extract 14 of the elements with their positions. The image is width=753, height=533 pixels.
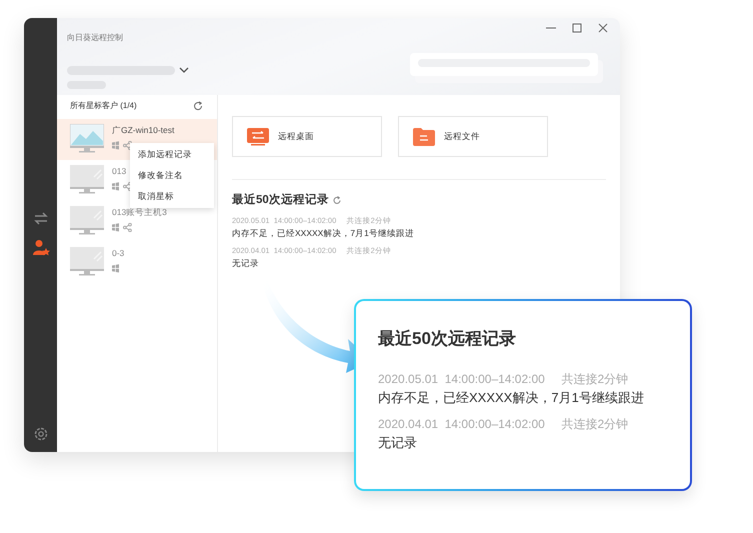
section-title: 最近50次远程记录 [232,192,329,208]
record-meta: 2020.05.01 14:00:00–14:02:00 共连接2分钟 [378,370,630,388]
list-heading: 所有星标客户 (1/4) [70,100,137,112]
section-title: 最近50次远程记录 [378,328,516,350]
record-note: 内存不足，已经XXXXX解决，7月1号继续跟进 [232,226,415,240]
record-note: 无记录 [232,256,260,270]
window-title: 向日葵远程控制 [67,32,123,44]
client-name: 0-3 [112,247,124,260]
client-name: 013 [112,165,128,178]
client-name: 广GZ-win10-test [112,124,174,137]
client-name: 013账号主机3 [112,206,167,219]
record-note: 内存不足，已经XXXXX解决，7月1号继续跟进 [378,388,645,406]
record-meta: 2020.04.01 14:00:00–14:02:00 共连接2分钟 [378,416,630,433]
record-note: 无记录 [378,434,418,452]
